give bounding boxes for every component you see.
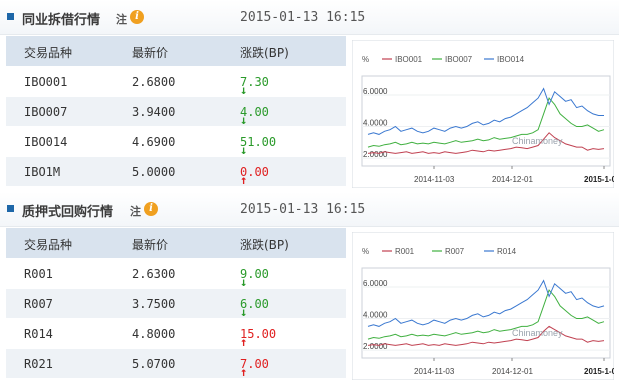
update-timestamp: 2015-01-13 16:15 — [240, 10, 366, 25]
change-value: ↓ 51.00 — [240, 135, 276, 157]
arrow-down-icon: ↓ — [240, 305, 248, 319]
col-header-price: 最新价 — [132, 238, 169, 252]
change-value: ↑ 15.00 — [240, 327, 276, 349]
bullet-square-icon — [7, 13, 14, 20]
legend-label: R001 — [395, 247, 415, 256]
note-link[interactable]: 注 — [130, 203, 141, 219]
latest-price: 4.8000 — [132, 327, 176, 341]
table-row[interactable]: R021 5.0700 ↑ 7.00 — [6, 348, 346, 379]
table-header: 交易品种 最新价 涨跌(BP) — [6, 228, 346, 258]
table-row[interactable]: IBO001 2.6800 ↓ 7.30 — [6, 66, 346, 97]
unit-label: % — [362, 55, 369, 64]
x-tick-label: 2015-1-04 — [584, 367, 614, 376]
latest-price: 3.7500 — [132, 297, 176, 311]
x-tick-label: 2014-11-03 — [414, 367, 455, 376]
change-value: ↑ 7.00 — [240, 357, 269, 379]
instrument-name[interactable]: R001 — [24, 267, 53, 281]
change-value: ↑ 0.00 — [240, 165, 269, 187]
table-row[interactable]: R014 4.8000 ↑ 15.00 — [6, 318, 346, 349]
section-header: 同业拆借行情 注 i 2015-01-13 16:15 — [0, 0, 619, 35]
instrument-name[interactable]: IBO007 — [24, 105, 67, 119]
info-icon[interactable]: i — [130, 10, 144, 24]
legend-label: IBO007 — [445, 55, 473, 64]
watermark-label: Chinamoney — [512, 136, 563, 146]
watermark-label: Chinamoney — [512, 328, 563, 338]
pledged-repo-section: 质押式回购行情 注 i 2015-01-13 16:15 交易品种 最新价 涨跌… — [0, 192, 619, 384]
latest-price: 4.6900 — [132, 135, 176, 149]
arrow-up-icon: ↑ — [240, 173, 248, 187]
quote-table: 交易品种 最新价 涨跌(BP) IBO001 2.6800 ↓ 7.30 IBO… — [6, 36, 346, 187]
col-header-instrument: 交易品种 — [24, 238, 73, 252]
unit-label: % — [362, 247, 369, 256]
instrument-name[interactable]: IBO1M — [24, 165, 60, 179]
latest-price: 5.0700 — [132, 357, 176, 371]
table-row[interactable]: R007 3.7500 ↓ 6.00 — [6, 288, 346, 319]
change-value: ↓ 9.00 — [240, 267, 269, 289]
rate-trend-chart[interactable]: % IBO001 IBO007 IBO0142.00004.00006.0000Chi… — [352, 40, 614, 188]
x-tick-label: 2015-1-04 — [584, 175, 614, 184]
latest-price: 3.9400 — [132, 105, 176, 119]
latest-price: 2.6300 — [132, 267, 176, 281]
table-row[interactable]: R001 2.6300 ↓ 9.00 — [6, 258, 346, 289]
latest-price: 2.6800 — [132, 75, 176, 89]
y-tick-label: 4.0000 — [363, 119, 388, 128]
latest-price: 5.0000 — [132, 165, 176, 179]
y-tick-label: 6.0000 — [363, 279, 388, 288]
quote-table: 交易品种 最新价 涨跌(BP) R001 2.6300 ↓ 9.00 R007 … — [6, 228, 346, 379]
info-icon[interactable]: i — [144, 202, 158, 216]
x-tick-label: 2014-11-03 — [414, 175, 455, 184]
instrument-name[interactable]: R014 — [24, 327, 53, 341]
legend-label: R007 — [445, 247, 465, 256]
table-row[interactable]: IBO014 4.6900 ↓ 51.00 — [6, 126, 346, 157]
table-row[interactable]: IBO1M 5.0000 ↑ 0.00 — [6, 156, 346, 187]
interbank-lending-section: 同业拆借行情 注 i 2015-01-13 16:15 交易品种 最新价 涨跌(… — [0, 0, 619, 192]
instrument-name[interactable]: R007 — [24, 297, 53, 311]
change-value: ↓ 7.30 — [240, 75, 269, 97]
arrow-down-icon: ↓ — [240, 143, 248, 157]
legend-label: IBO001 — [395, 55, 423, 64]
arrow-up-icon: ↑ — [240, 335, 248, 349]
rate-trend-chart[interactable]: % R001 R007 R0142.00004.00006.0000Chinamone… — [352, 232, 614, 380]
arrow-up-icon: ↑ — [240, 365, 248, 379]
table-header: 交易品种 最新价 涨跌(BP) — [6, 36, 346, 66]
instrument-name[interactable]: R021 — [24, 357, 53, 371]
section-title: 同业拆借行情 — [22, 13, 101, 28]
arrow-down-icon: ↓ — [240, 113, 248, 127]
change-value: ↓ 4.00 — [240, 105, 269, 127]
col-header-change: 涨跌(BP) — [240, 46, 289, 60]
section-header: 质押式回购行情 注 i 2015-01-13 16:15 — [0, 192, 619, 227]
x-tick-label: 2014-12-01 — [492, 367, 533, 376]
section-title: 质押式回购行情 — [22, 205, 114, 220]
note-link[interactable]: 注 — [116, 11, 127, 27]
y-tick-label: 6.0000 — [363, 87, 388, 96]
arrow-down-icon: ↓ — [240, 83, 248, 97]
table-row[interactable]: IBO007 3.9400 ↓ 4.00 — [6, 96, 346, 127]
col-header-change: 涨跌(BP) — [240, 238, 289, 252]
arrow-down-icon: ↓ — [240, 275, 248, 289]
legend-label: IBO014 — [497, 55, 525, 64]
bullet-square-icon — [7, 205, 14, 212]
col-header-instrument: 交易品种 — [24, 46, 73, 60]
col-header-price: 最新价 — [132, 46, 169, 60]
update-timestamp: 2015-01-13 16:15 — [240, 202, 366, 217]
x-tick-label: 2014-12-01 — [492, 175, 533, 184]
instrument-name[interactable]: IBO014 — [24, 135, 67, 149]
change-value: ↓ 6.00 — [240, 297, 269, 319]
y-tick-label: 4.0000 — [363, 311, 388, 320]
legend-label: R014 — [497, 247, 517, 256]
instrument-name[interactable]: IBO001 — [24, 75, 67, 89]
